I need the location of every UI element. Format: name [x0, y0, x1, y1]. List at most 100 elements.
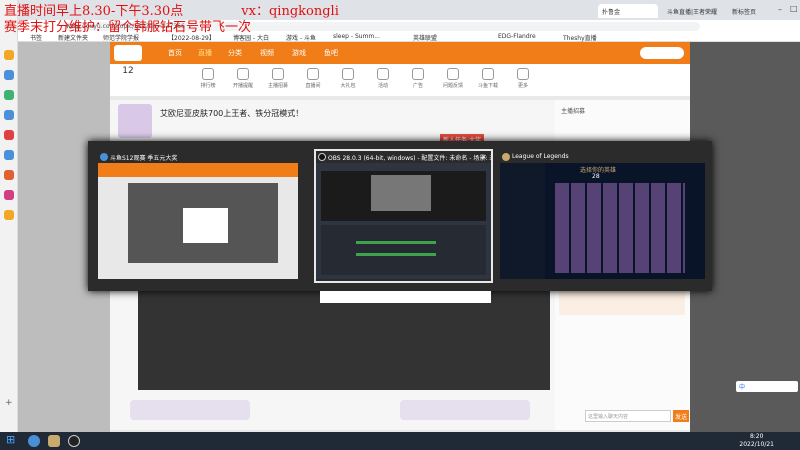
subnav-label: 直播间	[305, 83, 321, 89]
obs-window-strip	[320, 291, 491, 303]
app-icon[interactable]	[4, 170, 14, 180]
ime-label: 中	[739, 384, 746, 391]
bookmark[interactable]: sleep - Summ...	[333, 33, 380, 40]
minimize-icon[interactable]: –	[778, 5, 782, 14]
rank-icon	[202, 68, 214, 80]
subnav-item[interactable]: 活动	[365, 66, 401, 89]
bookmark[interactable]: EDG-Flandre	[498, 33, 536, 40]
room-icon	[307, 68, 319, 80]
window-preview	[316, 163, 491, 279]
subnav-label: 问题反馈	[442, 83, 463, 89]
bookmark[interactable]: 游戏 - 斗鱼	[286, 33, 316, 42]
subnav-label: 大礼包	[340, 83, 356, 89]
preview-team-list	[500, 163, 545, 279]
subnav-item[interactable]: 排行榜	[190, 66, 226, 89]
browser-icon[interactable]	[28, 435, 40, 447]
app-icon[interactable]	[4, 130, 14, 140]
add-icon[interactable]: +	[5, 398, 13, 408]
send-button[interactable]: 发送	[673, 410, 689, 422]
maximize-icon[interactable]: □	[790, 4, 798, 13]
window-preview: 选择你的英雄 28	[500, 163, 705, 279]
left-dock: +	[0, 0, 18, 432]
tab[interactable]: 新标签页	[728, 4, 768, 18]
stream-title: 艾欧尼亚皮肤700上王者、铁分冠模式！	[160, 109, 304, 118]
subnav-item[interactable]: 问题反馈	[435, 66, 471, 89]
lol-icon[interactable]	[48, 435, 60, 447]
window-title: League of Legends	[512, 153, 569, 160]
gift-icon	[342, 68, 354, 80]
ad-icon	[412, 68, 424, 80]
nav-live[interactable]: 直播	[198, 48, 212, 58]
tab-active[interactable]: 扑鲁金	[598, 4, 658, 18]
preview-dialog	[183, 208, 228, 243]
more-icon	[517, 68, 529, 80]
nav-yuba[interactable]: 鱼吧	[324, 48, 338, 58]
site-header: 首页 直播 分类 视频 游戏 鱼吧	[110, 42, 690, 64]
window-title: OBS 28.0.3 (64-bit, windows) - 配置文件: 未命名…	[328, 155, 491, 162]
tab-label: 斗鱼直播|王者荣耀	[667, 9, 718, 16]
nav-home[interactable]: 首页	[168, 48, 182, 58]
tab-label: 扑鲁金	[602, 9, 621, 16]
app-icon[interactable]	[4, 110, 14, 120]
chat-input[interactable]: 这里输入聊天内容	[585, 410, 671, 422]
subnav-item[interactable]: 开播提醒	[225, 66, 261, 89]
subnav-item[interactable]: 更多	[505, 66, 541, 89]
subnav-label: 排行榜	[200, 83, 216, 89]
subnav-item[interactable]: 主播招募	[260, 66, 296, 89]
audio-meter	[356, 253, 436, 256]
taskbar: ⊞	[0, 432, 800, 450]
window-preview	[98, 163, 298, 279]
tab[interactable]: 斗鱼直播|王者荣耀	[663, 4, 723, 18]
start-icon[interactable]: ⊞	[6, 433, 18, 446]
overlay-caption: 赛季末打分维护：留个韩服钻石号带飞一次	[4, 20, 252, 35]
caption-contact: vx：qingkongli	[241, 4, 339, 19]
window-thumbnail-lol[interactable]: League of Legends 选择你的英雄 28	[500, 151, 705, 281]
recruit-icon	[272, 68, 284, 80]
subnav-label: 更多	[517, 83, 528, 89]
streamer-avatar[interactable]	[118, 104, 152, 138]
app-icon[interactable]	[4, 190, 14, 200]
nav-category[interactable]: 分类	[228, 48, 242, 58]
subnav-label: 斗鱼下载	[477, 83, 498, 89]
nav-video[interactable]: 视频	[260, 48, 274, 58]
bookmark[interactable]: Theshy直播	[563, 33, 597, 42]
download-client-button[interactable]	[640, 47, 684, 59]
preview-mixer	[321, 225, 486, 275]
preview-source	[371, 175, 431, 211]
window-thumbnail-obs[interactable]: OBS 28.0.3 (64-bit, windows) - 配置文件: 未命名…	[314, 149, 493, 283]
audio-meter	[356, 241, 436, 244]
app-icon[interactable]	[4, 70, 14, 80]
app-icon[interactable]	[4, 90, 14, 100]
subnav-item[interactable]: 直播间	[295, 66, 331, 89]
app-icon[interactable]	[4, 50, 14, 60]
clock[interactable]: 8:20 2022/10/21	[739, 433, 774, 449]
bell-icon	[237, 68, 249, 80]
subnav-label: 开播提醒	[232, 83, 253, 89]
app-icon[interactable]	[4, 150, 14, 160]
bookmark[interactable]: 英雄联盟	[413, 33, 437, 42]
tab-label: 新标签页	[732, 9, 757, 16]
clock-time: 8:20	[749, 433, 764, 440]
gift-bar[interactable]	[130, 400, 250, 420]
obs-icon[interactable]	[68, 435, 80, 447]
preview-header	[98, 163, 298, 177]
window-thumbnail-browser[interactable]: 斗鱼S12观赛 季五元大奖	[98, 151, 298, 281]
subnav-label: 广告	[412, 83, 423, 89]
subnav-item[interactable]: 斗鱼下载	[470, 66, 506, 89]
level-indicator: 12	[122, 66, 134, 76]
close-icon[interactable]: ×	[481, 153, 487, 161]
gift-bar[interactable]	[400, 400, 530, 420]
site-logo[interactable]	[114, 45, 142, 61]
window-title: 斗鱼S12观赛 季五元大奖	[110, 155, 178, 162]
event-icon	[377, 68, 389, 80]
subnav-item[interactable]: 广告	[400, 66, 436, 89]
champion-grid	[555, 183, 685, 273]
side-label: 主播招募	[561, 108, 586, 115]
app-icon[interactable]	[4, 210, 14, 220]
sub-navigation: 12 排行榜 开播提醒 主播招募 直播间 大礼包 活动 广告 问题反馈 斗鱼下载…	[110, 64, 690, 96]
subnav-item[interactable]: 大礼包	[330, 66, 366, 89]
ime-indicator[interactable]: 中	[736, 381, 798, 392]
clock-date: 2022/10/21	[739, 441, 774, 448]
nav-game[interactable]: 游戏	[292, 48, 306, 58]
lol-timer: 28	[592, 173, 600, 180]
